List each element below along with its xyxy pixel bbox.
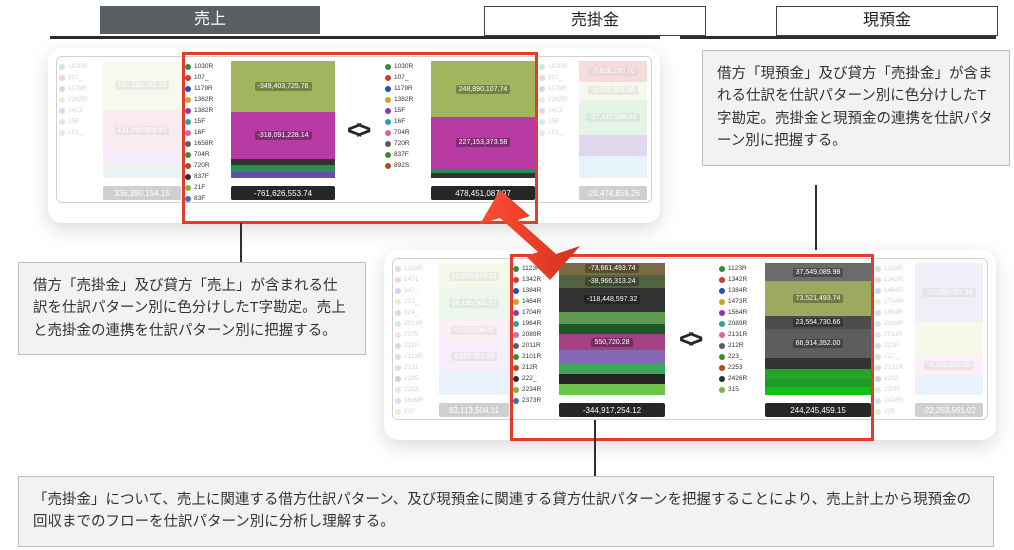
divider-right (680, 36, 996, 39)
legend-sales-credit: 1030R107_1179R1362R1382R15F16F1658R704R7… (185, 61, 227, 178)
legend-ar-credit-faded: 1030R107_1179R1362R147315F151_ (539, 61, 581, 178)
legend-cash-credit-faded: 1123R1342R1464R1704R1964R2089R2011R212R2… (875, 263, 917, 395)
note-bottom: 「売掛金」について、売上に関連する借方仕訳パターン、及び現預金に関連する貸方仕訳… (18, 476, 994, 547)
note-left: 借方「売掛金」及び貸方「売上」が含まれる仕訳を仕訳パターン別に色分けしたT字勘定… (18, 262, 366, 355)
total-cash-credit-faded: -22,253,561.02 (915, 403, 983, 417)
total-cash-debit: 244,245,459.15 (765, 403, 871, 417)
stack-ar-debit-faded: 10,265,974.2238,199,960.976,025,008.454,… (439, 263, 509, 395)
connector-right (815, 185, 817, 250)
legend-ar-debit: 1030R107_1179R1382R15F16F704R720R837F892… (385, 61, 427, 178)
legend-sales-debit: 1030R107_1179R1362R147315F151_ (59, 61, 101, 178)
tab-sales[interactable]: 売上 (100, 6, 320, 34)
total-sales-credit: -761,626,553.74 (231, 186, 335, 200)
divider-left (50, 36, 660, 39)
connector-left (240, 223, 242, 262)
legend-ar-credit: 1123R1342R1384R1464R1704R1964R2089R2011R… (513, 263, 555, 395)
big-transition-arrow-icon (480, 190, 580, 280)
total-sales-debit: 336,390,154.15 (103, 186, 181, 200)
stack-cash-debit: 37,549,089.9873,521,493.7423,554,730.666… (765, 263, 871, 395)
tab-ar[interactable]: 売掛金 (484, 6, 706, 36)
note-right: 借方「現預金」及び貸方「売掛金」が含まれる仕訳を仕訳パターン別に色分けしたT字勘… (702, 50, 1010, 166)
tab-cash[interactable]: 現預金 (776, 6, 998, 36)
stack-ar-credit-faded: -2,826,270.70-2,205,304.36-17,417,085.62 (579, 61, 647, 178)
stack-sales-credit: -349,403,725.76-318,091,228.14 (231, 61, 335, 178)
legend-ar-debit-faded: 1123R1471347_223_624_2011R2075211F2113R2… (395, 263, 437, 395)
legend-cash-debit: 1123R1342R1384R1473R1564R2089R2131R212R2… (719, 263, 761, 395)
stack-ar-debit: 248,890,107.74227,153,373.58 (431, 61, 535, 178)
total-ar-credit-faded: -20,474,859.26 (579, 186, 647, 200)
stack-cash-credit-faded: -10,065,091.94-5,230,028.55 (915, 263, 983, 395)
stack-ar-credit: -73,661,493.74-38,966,313.24-118,448,597… (559, 263, 665, 395)
total-ar-credit: -344,917,254.12 (559, 403, 665, 417)
connector-bottom (594, 420, 596, 476)
total-ar-debit-faded: 63,113,504.11 (439, 403, 509, 417)
link-arrows-icon: <> (679, 324, 697, 355)
link-arrows-icon: <> (347, 114, 365, 145)
stack-sales-debit: 147,188,721.18131,890,908.93 (103, 61, 181, 178)
t-account-cash-panel: 1123R1471347_223_624_2011R2075211F2113R2… (384, 250, 996, 440)
